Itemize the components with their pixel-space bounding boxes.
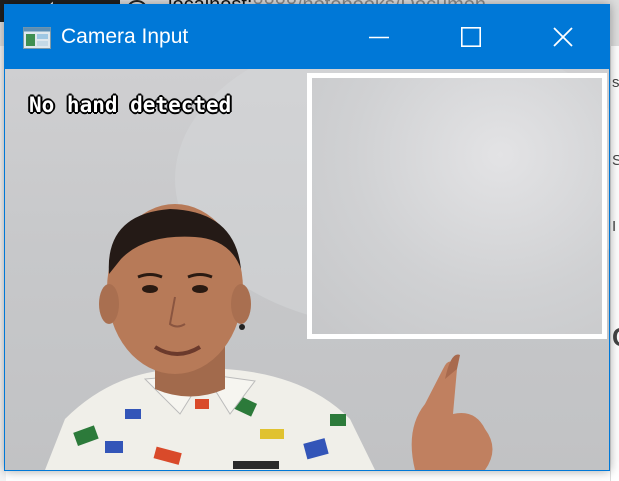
camera-input-window[interactable]: Camera Input No hand detected — [4, 4, 610, 471]
window-titlebar[interactable]: Camera Input — [5, 5, 609, 69]
hand-detection-region — [307, 73, 607, 339]
camera-feed: No hand detected — [5, 69, 609, 470]
page-text-fragment: s — [612, 74, 619, 91]
minimize-icon — [369, 36, 389, 39]
maximize-icon — [461, 27, 481, 47]
close-icon — [553, 27, 573, 47]
detection-status-text: No hand detected — [29, 93, 232, 117]
maximize-button[interactable] — [425, 5, 517, 69]
minimize-button[interactable] — [333, 5, 425, 69]
app-icon — [23, 27, 51, 49]
page-text-fragment: I — [612, 218, 617, 235]
window-title: Camera Input — [61, 25, 189, 48]
close-button[interactable] — [517, 5, 609, 69]
browser-content-edge — [610, 46, 619, 481]
page-text-fragment: C — [612, 322, 619, 353]
page-text-fragment: Se — [612, 152, 619, 169]
